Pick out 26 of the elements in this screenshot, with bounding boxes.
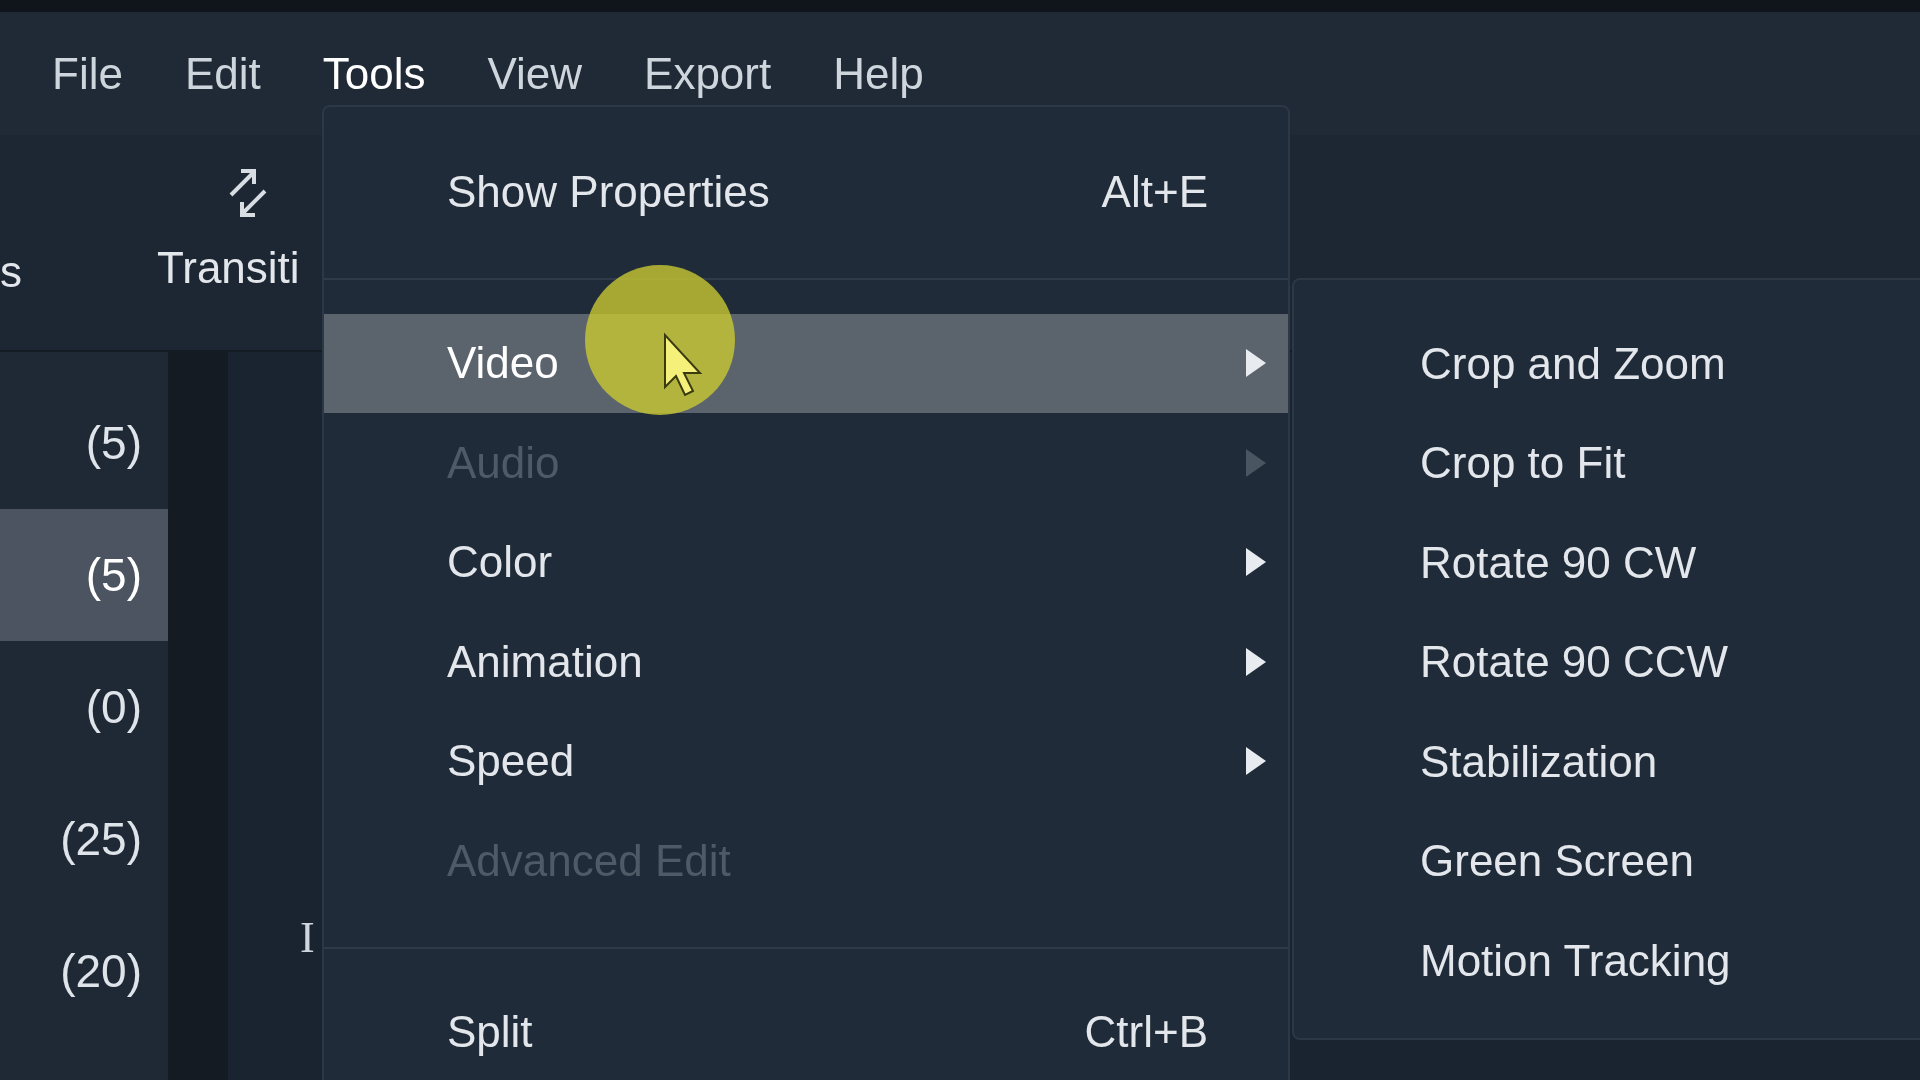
submenu-item[interactable]: Rotate 90 CCW <box>1294 612 1920 712</box>
menu-item[interactable]: Animation <box>324 612 1288 712</box>
submenu-item[interactable]: Stabilization <box>1294 712 1920 812</box>
menu-item[interactable]: Color <box>324 512 1288 612</box>
submenu-item[interactable]: Crop to Fit <box>1294 413 1920 513</box>
category-count[interactable]: (0) <box>0 641 168 773</box>
menu-item[interactable]: Speed <box>324 711 1288 811</box>
submenu-item[interactable]: Crop and Zoom <box>1294 314 1920 414</box>
toolbar-label[interactable]: Transiti <box>157 243 300 293</box>
menu-bar-item[interactable]: View <box>487 48 583 99</box>
submenu-item[interactable]: Rotate 90 CW <box>1294 513 1920 613</box>
submenu-item[interactable]: Motion Tracking <box>1294 911 1920 1011</box>
menu-item[interactable]: Split Ctrl+B <box>324 982 1288 1080</box>
text-cursor: I <box>300 912 315 963</box>
menu-bar-item[interactable]: File <box>52 48 123 99</box>
submenu-item[interactable]: Green Screen <box>1294 811 1920 911</box>
menu-item[interactable]: Show Properties Alt+E <box>324 142 1288 242</box>
menu-bar-item[interactable]: Edit <box>184 48 261 99</box>
category-count[interactable]: (5) <box>0 377 168 509</box>
category-count[interactable]: (20) <box>0 905 168 1037</box>
category-count[interactable]: (5) <box>0 509 168 641</box>
category-count[interactable]: (25) <box>0 773 168 905</box>
toolbar-label[interactable]: s <box>0 247 22 297</box>
menu-bar-item[interactable]: Tools <box>322 48 426 99</box>
menu-bar-item[interactable]: Help <box>833 48 924 99</box>
menu-bar-item[interactable]: Export <box>644 48 772 99</box>
